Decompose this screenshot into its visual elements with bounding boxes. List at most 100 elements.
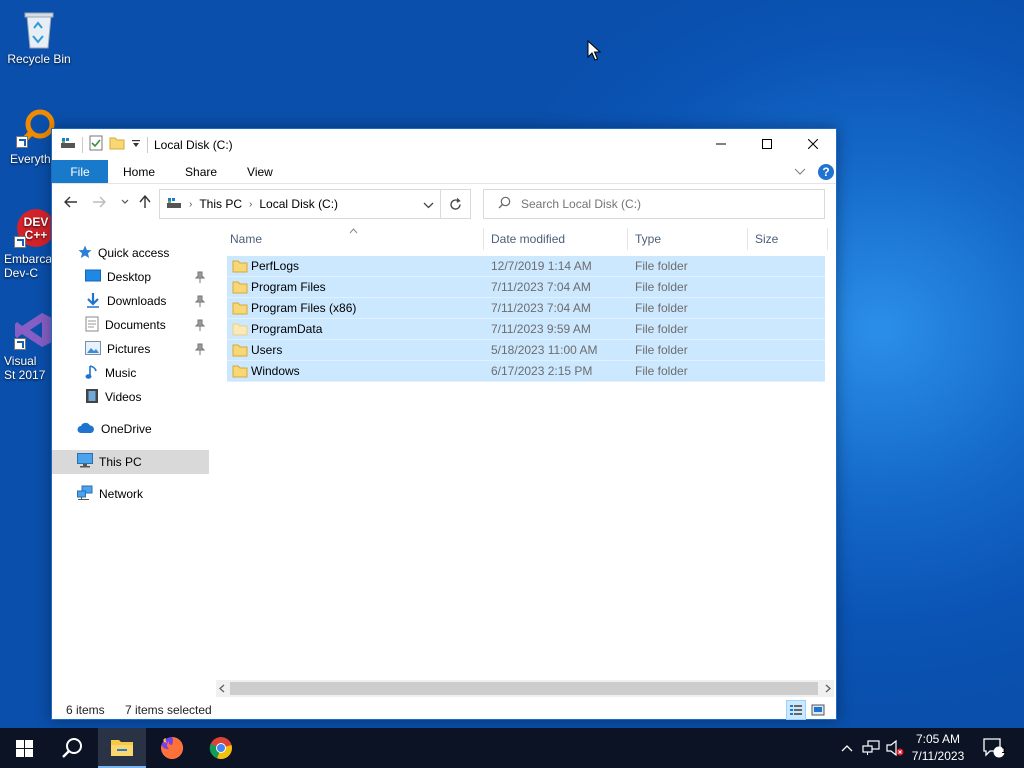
tab-view[interactable]: View — [232, 160, 288, 183]
scroll-left-arrow-icon[interactable] — [219, 684, 225, 695]
nav-this-pc[interactable]: This PC — [77, 451, 142, 473]
shortcut-arrow-icon — [14, 236, 26, 248]
up-button[interactable] — [136, 193, 154, 211]
search-input[interactable] — [521, 197, 801, 211]
search-button[interactable] — [48, 728, 96, 768]
column-header-date-modified[interactable]: Date modified — [488, 226, 565, 252]
help-icon[interactable]: ? — [818, 164, 834, 180]
nav-label: Desktop — [107, 270, 152, 284]
table-row[interactable]: Program Files (x86) 7/11/2023 7:04 AM Fi… — [227, 298, 825, 319]
desktop-icon-label: Visual St 2017 — [4, 354, 46, 382]
start-button[interactable] — [0, 728, 48, 768]
nav-pictures[interactable]: Pictures — [85, 338, 242, 360]
taskbar-firefox[interactable] — [148, 728, 196, 768]
pin-icon[interactable] — [194, 319, 206, 334]
nav-label: This PC — [99, 455, 142, 469]
customize-dropdown-icon[interactable] — [131, 138, 141, 152]
navigation-bar: › This PC › Local Disk (C:) — [52, 185, 836, 221]
show-hidden-icons-button[interactable] — [838, 728, 856, 768]
scrollbar-thumb[interactable] — [230, 682, 818, 695]
horizontal-scrollbar[interactable] — [216, 680, 834, 697]
taskbar-clock[interactable]: 7:05 AM 7/11/2023 — [902, 731, 974, 765]
chevron-down-icon[interactable] — [423, 198, 434, 212]
table-row[interactable]: Windows 6/17/2023 2:15 PM File folder — [227, 361, 825, 382]
table-row[interactable]: Users 5/18/2023 11:00 AM File folder — [227, 340, 825, 361]
search-icon — [498, 196, 511, 212]
taskbar-chrome[interactable] — [197, 728, 245, 768]
tab-share[interactable]: Share — [170, 160, 232, 183]
table-row[interactable]: PerfLogs 12/7/2019 1:14 AM File folder — [227, 256, 825, 277]
nav-quick-access[interactable]: Quick access — [78, 242, 169, 264]
minimize-button[interactable] — [698, 129, 744, 159]
column-divider[interactable] — [483, 228, 484, 250]
clock-time: 7:05 AM — [915, 732, 961, 746]
tab-file[interactable]: File — [52, 160, 108, 183]
properties-icon[interactable] — [89, 135, 103, 154]
sort-ascending-icon — [349, 223, 358, 237]
star-icon — [78, 245, 92, 262]
desktop-icon-dev-cpp[interactable]: DEV C++ Embarca Dev-C — [0, 208, 55, 280]
details-view-button[interactable] — [786, 700, 806, 720]
desktop-icon-everything[interactable]: Everyth — [0, 108, 56, 166]
breadcrumb-this-pc[interactable]: This PC — [199, 197, 242, 211]
quick-access-toolbar — [52, 135, 148, 154]
action-center-button[interactable]: 1 — [980, 728, 1008, 768]
chevron-right-icon[interactable]: › — [189, 199, 192, 210]
document-icon — [85, 316, 99, 335]
expand-ribbon-icon[interactable] — [794, 165, 806, 179]
window-controls — [698, 129, 836, 159]
file-list: Name Date modified Type Size PerfLogs 12… — [227, 223, 828, 676]
nav-network[interactable]: Network — [77, 483, 143, 505]
recent-locations-button[interactable] — [116, 193, 134, 211]
taskbar-file-explorer[interactable] — [98, 728, 146, 768]
file-type: File folder — [635, 280, 688, 294]
chevron-right-icon[interactable]: › — [249, 199, 252, 210]
close-button[interactable] — [790, 129, 836, 159]
table-row[interactable]: ProgramData 7/11/2023 9:59 AM File folde… — [227, 319, 825, 340]
shortcut-arrow-icon — [14, 338, 26, 350]
file-date: 5/18/2023 11:00 AM — [491, 343, 598, 357]
file-date: 12/7/2019 1:14 AM — [491, 259, 592, 273]
nav-desktop[interactable]: Desktop — [85, 266, 242, 288]
refresh-button[interactable] — [441, 189, 471, 219]
nav-documents[interactable]: Documents — [85, 314, 242, 336]
file-date: 6/17/2023 2:15 PM — [491, 364, 593, 378]
nav-music[interactable]: Music — [85, 362, 136, 384]
nav-label: OneDrive — [101, 422, 152, 436]
address-bar[interactable]: › This PC › Local Disk (C:) — [159, 189, 441, 219]
dev-cpp-icon: DEV C++ — [14, 208, 55, 248]
desktop-icon-visual-studio[interactable]: Visual St 2017 — [0, 310, 52, 382]
back-button[interactable] — [62, 193, 80, 211]
scroll-right-arrow-icon[interactable] — [825, 684, 831, 695]
nav-onedrive[interactable]: OneDrive — [77, 418, 152, 440]
desktop-icon-recycle-bin[interactable]: Recycle Bin — [1, 8, 77, 66]
tab-home[interactable]: Home — [108, 160, 170, 183]
new-folder-icon[interactable] — [109, 136, 125, 153]
forward-button[interactable] — [90, 193, 108, 211]
network-tray-icon[interactable] — [860, 728, 882, 768]
breadcrumb-local-disk[interactable]: Local Disk (C:) — [259, 197, 338, 211]
column-divider[interactable] — [747, 228, 748, 250]
drive-icon[interactable] — [60, 136, 76, 153]
pin-icon[interactable] — [194, 343, 206, 358]
column-divider[interactable] — [627, 228, 628, 250]
pin-icon[interactable] — [194, 271, 206, 286]
separator — [147, 136, 148, 153]
table-row[interactable]: Program Files 7/11/2023 7:04 AM File fol… — [227, 277, 825, 298]
column-header-name[interactable]: Name — [227, 226, 262, 252]
file-date: 7/11/2023 9:59 AM — [491, 322, 591, 336]
maximize-button[interactable] — [744, 129, 790, 159]
column-header-type[interactable]: Type — [632, 226, 661, 252]
nav-videos[interactable]: Videos — [85, 386, 141, 408]
large-icons-view-button[interactable] — [808, 700, 828, 720]
file-type: File folder — [635, 322, 688, 336]
shortcut-arrow-icon — [16, 136, 28, 148]
nav-label: Videos — [105, 390, 142, 404]
column-divider[interactable] — [827, 228, 828, 250]
pin-icon[interactable] — [194, 295, 206, 310]
desktop-folder-icon — [85, 269, 101, 286]
nav-downloads[interactable]: Downloads — [85, 290, 242, 312]
column-header-size[interactable]: Size — [752, 226, 778, 252]
search-box[interactable] — [483, 189, 825, 219]
nav-label: Downloads — [107, 294, 167, 308]
